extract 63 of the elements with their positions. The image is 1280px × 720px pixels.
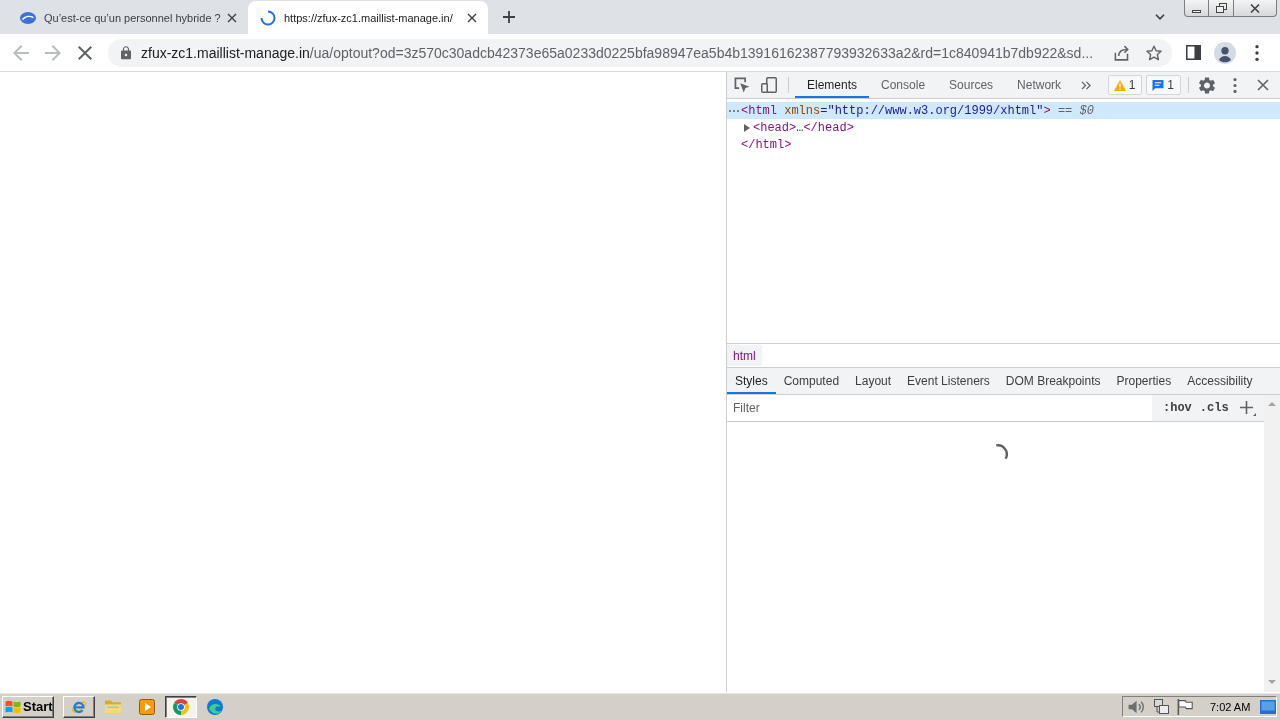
sidebar-tab[interactable]: Accessibility bbox=[1179, 368, 1261, 394]
restore-button[interactable] bbox=[1209, 0, 1234, 17]
flag-icon[interactable] bbox=[1177, 698, 1193, 715]
browser-tab[interactable]: https://zfux-zc1.maillist-manage.in/ bbox=[248, 1, 488, 34]
device-icon[interactable] bbox=[761, 77, 777, 93]
stop-icon[interactable] bbox=[78, 45, 92, 60]
network-icon[interactable] bbox=[1153, 698, 1169, 715]
close-icon[interactable] bbox=[467, 12, 477, 23]
close-button[interactable] bbox=[1234, 0, 1277, 17]
close-icon[interactable] bbox=[227, 12, 237, 23]
devtools-tab[interactable]: Elements bbox=[795, 72, 870, 98]
sidebar-tab[interactable]: DOM Breakpoints bbox=[997, 368, 1109, 394]
sidebar-tab[interactable]: Styles bbox=[727, 368, 776, 394]
dom-tree-node[interactable]: <head>…</head> bbox=[727, 119, 854, 136]
swirl-logo-icon[interactable] bbox=[207, 698, 223, 715]
more-icon[interactable] bbox=[1255, 44, 1259, 61]
minimize-icon bbox=[1192, 9, 1201, 13]
caret-down-icon[interactable] bbox=[1155, 14, 1165, 20]
sidebar-tab[interactable]: Event Listeners bbox=[899, 368, 998, 394]
speaker-icon[interactable] bbox=[1128, 698, 1144, 715]
dom-tree-node[interactable]: <html xmlns="http://www.w3.org/1999/xhtml"> == $0 bbox=[727, 102, 1280, 119]
address-bar[interactable]: zfux-zc1.maillist-manage.in/ua/optout?od=3z570c30adcb42373e65a0233d0225bfa98947ea5b4b13916162387793932633a2&rd=1c840941b7db922&sd... bbox=[108, 38, 1172, 67]
settings-icon[interactable] bbox=[1199, 76, 1215, 94]
message-icon bbox=[1152, 79, 1165, 91]
more-icon[interactable] bbox=[1233, 77, 1237, 93]
e-logo-icon bbox=[71, 698, 87, 715]
restore-icon bbox=[1215, 3, 1227, 13]
sidebar-tab[interactable]: Layout bbox=[847, 368, 900, 394]
show-desktop-icon[interactable] bbox=[1260, 699, 1277, 714]
devtools-tab[interactable]: Console bbox=[869, 72, 938, 98]
triangle-right-icon[interactable] bbox=[744, 123, 750, 132]
warning-icon bbox=[1113, 79, 1126, 91]
devtools-tab[interactable]: Sources bbox=[937, 72, 1006, 98]
browser-logo-icon bbox=[173, 698, 189, 715]
start-logo-icon bbox=[5, 698, 21, 715]
share-icon[interactable] bbox=[1114, 44, 1130, 61]
filter-field[interactable]: Filter bbox=[727, 395, 1152, 421]
sidebar-tab[interactable]: Computed bbox=[775, 368, 848, 394]
close-icon[interactable] bbox=[1257, 79, 1269, 91]
toggle-button[interactable]: :hov bbox=[1159, 401, 1196, 415]
browser-tab[interactable]: Qu’est-ce qu’un personnel hybride ? bbox=[8, 1, 248, 34]
close-icon bbox=[1250, 3, 1260, 13]
star-icon[interactable] bbox=[1146, 44, 1162, 61]
avatar-icon[interactable] bbox=[1214, 41, 1236, 64]
lock-icon[interactable] bbox=[121, 45, 131, 60]
more-tabs-icon[interactable] bbox=[1081, 80, 1092, 90]
start-button[interactable]: Start bbox=[2, 695, 54, 718]
inspect-icon[interactable] bbox=[734, 77, 750, 93]
devtools-tab[interactable]: Network bbox=[1005, 72, 1074, 98]
taskbar-button[interactable] bbox=[165, 695, 197, 718]
plus-icon[interactable] bbox=[1239, 400, 1256, 416]
ellipsis-icon bbox=[729, 109, 739, 112]
minimize-button[interactable] bbox=[1184, 0, 1209, 17]
plus-icon[interactable] bbox=[503, 11, 515, 23]
warning-count-button[interactable]: 1 bbox=[1107, 75, 1143, 95]
closing-tag-text: </html> bbox=[741, 137, 792, 152]
play-icon[interactable] bbox=[139, 698, 155, 715]
toggle-button[interactable]: .cls bbox=[1195, 401, 1233, 415]
clock-text: 7:02 AM bbox=[1210, 700, 1251, 713]
message-count-button[interactable]: 1 bbox=[1146, 75, 1181, 95]
side-panel-icon[interactable] bbox=[1185, 45, 1201, 60]
sidebar-tab[interactable]: Properties bbox=[1108, 368, 1180, 394]
breadcrumb-item[interactable]: html bbox=[727, 345, 762, 366]
